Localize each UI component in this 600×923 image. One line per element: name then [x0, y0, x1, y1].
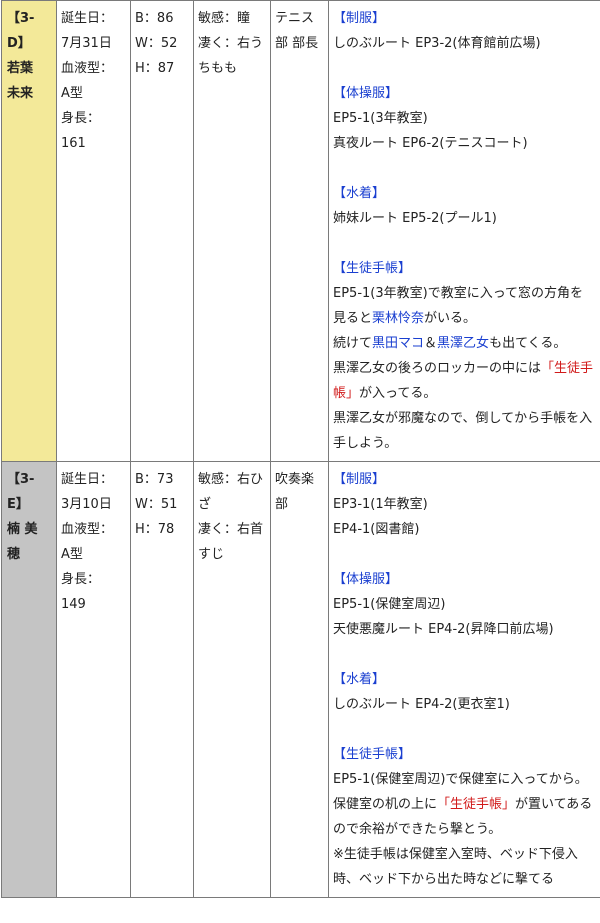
handbook-text-part: ＆ [424, 336, 438, 351]
character-link[interactable]: 黒澤乙女 [437, 336, 489, 351]
section-heading-uniform: 【制服】 [333, 472, 386, 487]
bust-value: B：86 [135, 11, 174, 26]
profile-line: A型 [61, 86, 83, 101]
handbook-text-part: がいる。 [424, 311, 477, 326]
table-row: 【3- E】 楠 美 穂 誕生日： 3月10日 血液型： A型 身長： 149 … [2, 462, 600, 897]
handbook-text: 黒澤乙女が邪魔なので、倒してから手帳を入手しよう。 [333, 411, 593, 451]
profile-line: A型 [61, 547, 83, 562]
location-line: EP3-1(1年教室) [333, 497, 428, 512]
handbook-text: EP5-1(3年教室)で教室に入って窓の方角を見ると栗林怜奈がいる。 [333, 281, 596, 331]
profile-line: 149 [61, 597, 86, 612]
profile-line: 身長： [61, 111, 101, 126]
measurements-cell: B：73 W：51 H：78 [131, 462, 193, 897]
hip-value: H：87 [135, 61, 175, 76]
section-heading-swimsuit: 【水着】 [333, 186, 386, 201]
character-table: 【3- D】 若葉 未来 誕生日： 7月31日 血液型： A型 身長： 161 … [1, 0, 600, 898]
sense-line: 凄く：右うちもも [198, 36, 264, 76]
profile-line: 血液型： [61, 61, 114, 76]
sensitivity-cell: 敏感：右ひざ 凄く：右首すじ [194, 462, 270, 897]
name-line: 【3- [7, 472, 35, 487]
name-line: 穂 [7, 547, 21, 562]
measurements-cell: B：86 W：52 H：87 [131, 1, 193, 461]
location-line: 姉妹ルート EP5-2(プール1) [333, 211, 497, 226]
name-line: 若葉 [7, 61, 34, 76]
club-name: 吹奏楽部 [275, 472, 315, 512]
club-name: テニス部 部長 [275, 11, 319, 51]
name-line: 【3- [7, 11, 35, 26]
location-line: しのぶルート EP4-2(更衣室1) [333, 697, 510, 712]
sense-line: 凄く：右首すじ [198, 522, 264, 562]
profile-line: 誕生日： [61, 472, 114, 487]
handbook-text: EP5-1(保健室周辺)で保健室に入ってから。 [333, 772, 588, 787]
character-link[interactable]: 黒田マコ [372, 336, 424, 351]
handbook-text-part: 黒澤乙女の後ろのロッカーの中には [333, 361, 542, 376]
section-heading-swimsuit: 【水着】 [333, 672, 386, 687]
handbook-text: ※生徒手帳は保健室入室時、ベッド下侵入時、ベッド下から出た時などに撃てる [333, 847, 578, 887]
handbook-text-part: が入ってる。 [359, 386, 437, 401]
handbook-text: 保健室の机の上に「生徒手帳」が置いてあるので余裕ができたら撃とう。 [333, 792, 596, 842]
handbook-text-part: 保健室の机の上に [333, 797, 438, 812]
location-line: 天使悪魔ルート EP4-2(昇降口前広場) [333, 622, 554, 637]
location-line: EP5-1(3年教室) [333, 111, 428, 126]
hip-value: H：78 [135, 522, 175, 537]
name-line: D】 [7, 36, 31, 51]
name-line: 楠 美 [7, 522, 38, 537]
location-line: 真夜ルート EP6-2(テニスコート) [333, 136, 528, 151]
character-name-cell: 【3- E】 楠 美 穂 [2, 462, 56, 897]
profile-line: 161 [61, 136, 86, 151]
section-heading-handbook: 【生徒手帳】 [333, 747, 412, 762]
section-heading-gym: 【体操服】 [333, 86, 399, 101]
handbook-highlight: 「生徒手帳」 [437, 797, 516, 812]
section-heading-uniform: 【制服】 [333, 11, 386, 26]
profile-line: 身長： [61, 572, 101, 587]
section-heading-gym: 【体操服】 [333, 572, 399, 587]
handbook-text-part: も出てくる。 [489, 336, 567, 351]
profile-line: 3月10日 [61, 497, 112, 512]
handbook-text: 黒澤乙女の後ろのロッカーの中には「生徒手帳」が入ってる。 [333, 356, 596, 406]
club-cell: テニス部 部長 [271, 1, 328, 461]
section-heading-handbook: 【生徒手帳】 [333, 261, 412, 276]
handbook-text-part: 続けて [333, 336, 373, 351]
costume-location-cell: 【制服】 EP3-1(1年教室) EP4-1(図書館) 【体操服】 EP5-1(… [329, 462, 600, 897]
profile-line: 7月31日 [61, 36, 112, 51]
sense-line: 敏感：右ひざ [198, 472, 264, 512]
character-name-cell: 【3- D】 若葉 未来 [2, 1, 56, 461]
name-line: E】 [7, 497, 29, 512]
table-row: 【3- D】 若葉 未来 誕生日： 7月31日 血液型： A型 身長： 161 … [2, 1, 600, 461]
waist-value: W：52 [135, 36, 178, 51]
location-line: しのぶルート EP3-2(体育館前広場) [333, 36, 541, 51]
costume-location-cell: 【制服】 しのぶルート EP3-2(体育館前広場) 【体操服】 EP5-1(3年… [329, 1, 600, 461]
profile-cell: 誕生日： 7月31日 血液型： A型 身長： 161 [57, 1, 130, 461]
club-cell: 吹奏楽部 [271, 462, 328, 897]
profile-line: 誕生日： [61, 11, 114, 26]
name-line: 未来 [7, 86, 34, 101]
sensitivity-cell: 敏感：瞳 凄く：右うちもも [194, 1, 270, 461]
character-link[interactable]: 栗林怜奈 [372, 311, 424, 326]
waist-value: W：51 [135, 497, 178, 512]
handbook-text: 続けて黒田マコ＆黒澤乙女も出てくる。 [333, 331, 596, 356]
bust-value: B：73 [135, 472, 174, 487]
location-line: EP4-1(図書館) [333, 522, 420, 537]
location-line: EP5-1(保健室周辺) [333, 597, 446, 612]
profile-line: 血液型： [61, 522, 114, 537]
profile-cell: 誕生日： 3月10日 血液型： A型 身長： 149 [57, 462, 130, 897]
sense-line: 敏感：瞳 [198, 11, 251, 26]
